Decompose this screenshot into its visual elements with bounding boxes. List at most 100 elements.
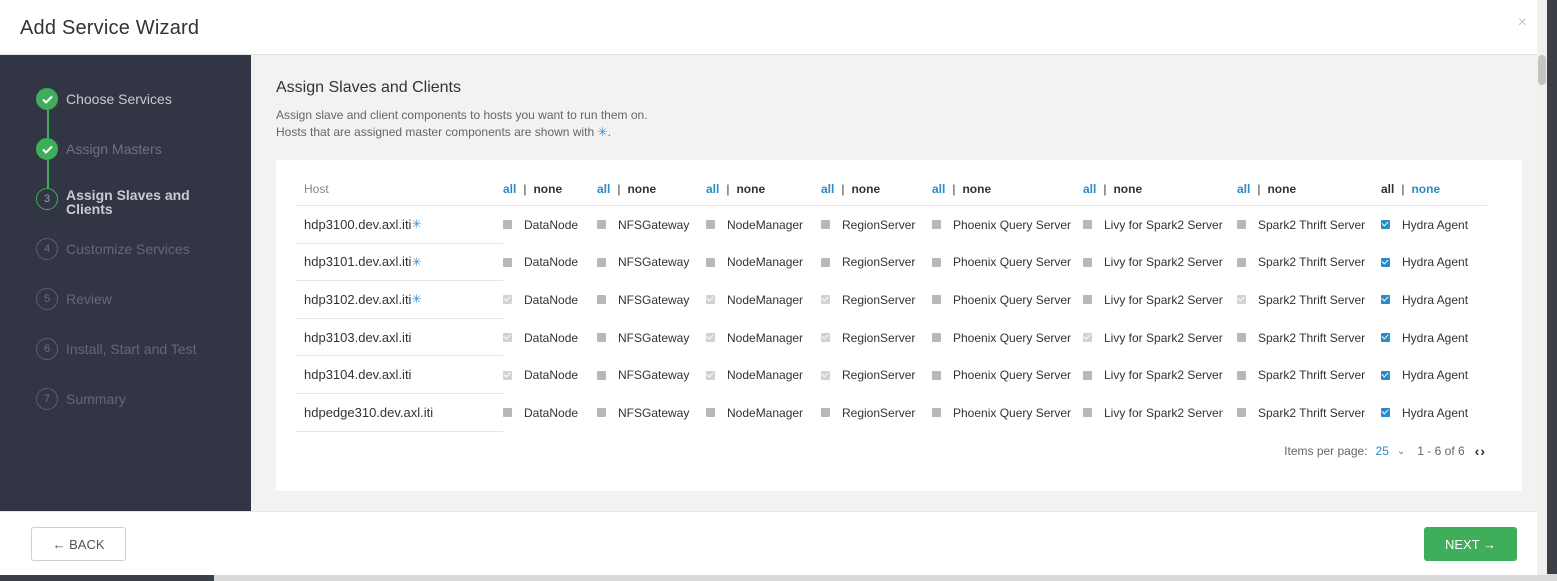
component-checkbox[interactable] (706, 257, 715, 267)
select-none-link[interactable]: none (736, 182, 765, 196)
select-all-link[interactable]: all (706, 182, 719, 196)
component-checkbox[interactable] (597, 408, 606, 418)
component-checkbox[interactable] (1237, 333, 1246, 343)
component-checkbox-cell[interactable]: Hydra Agent (1381, 368, 1487, 382)
select-none-link[interactable]: none (962, 182, 991, 196)
component-checkbox[interactable] (1083, 333, 1092, 343)
component-checkbox[interactable] (821, 408, 830, 418)
component-checkbox[interactable] (821, 257, 830, 267)
component-checkbox[interactable] (1381, 295, 1390, 305)
component-checkbox-cell[interactable]: DataNode (503, 406, 597, 420)
component-checkbox-cell[interactable]: NodeManager (706, 368, 821, 382)
component-checkbox-cell[interactable]: Hydra Agent (1381, 255, 1487, 269)
component-checkbox[interactable] (821, 295, 830, 305)
component-checkbox[interactable] (932, 370, 941, 380)
wizard-step[interactable]: Assign Masters (0, 138, 251, 188)
component-checkbox-cell[interactable]: Spark2 Thrift Server (1237, 218, 1381, 232)
component-checkbox-cell[interactable]: NFSGateway (597, 368, 706, 382)
component-checkbox[interactable] (1381, 370, 1390, 380)
component-checkbox[interactable] (706, 408, 715, 418)
select-none-link[interactable]: none (1113, 182, 1142, 196)
component-checkbox-cell[interactable]: NFSGateway (597, 218, 706, 232)
items-per-page-select[interactable]: 25 (1376, 444, 1389, 458)
chevron-down-icon[interactable]: ⌄ (1397, 446, 1405, 457)
select-none-link[interactable]: none (627, 182, 656, 196)
component-checkbox-cell[interactable]: Hydra Agent (1381, 218, 1487, 232)
component-checkbox[interactable] (1083, 295, 1092, 305)
component-checkbox[interactable] (1237, 220, 1246, 230)
component-checkbox-cell[interactable]: Livy for Spark2 Server (1083, 368, 1237, 382)
component-checkbox[interactable] (1237, 408, 1246, 418)
component-checkbox[interactable] (1381, 333, 1390, 343)
select-none-link[interactable]: none (1267, 182, 1296, 196)
select-all-link[interactable]: all (1381, 182, 1394, 196)
component-checkbox[interactable] (503, 333, 512, 343)
component-checkbox-cell[interactable]: Phoenix Query Server (932, 255, 1083, 269)
select-all-link[interactable]: all (597, 182, 610, 196)
component-checkbox-cell[interactable]: DataNode (503, 255, 597, 269)
component-checkbox[interactable] (503, 370, 512, 380)
select-none-link[interactable]: none (533, 182, 562, 196)
component-checkbox-cell[interactable]: RegionServer (821, 218, 932, 232)
component-checkbox[interactable] (932, 257, 941, 267)
component-checkbox-cell[interactable]: Phoenix Query Server (932, 406, 1083, 420)
component-checkbox-cell[interactable]: Livy for Spark2 Server (1083, 255, 1237, 269)
close-icon[interactable]: × (1518, 14, 1527, 32)
component-checkbox[interactable] (597, 295, 606, 305)
component-checkbox-cell[interactable]: NFSGateway (597, 293, 706, 307)
component-checkbox-cell[interactable]: RegionServer (821, 331, 932, 345)
component-checkbox-cell[interactable]: Hydra Agent (1381, 293, 1487, 307)
scrollbar-thumb[interactable] (1538, 55, 1546, 85)
component-checkbox-cell[interactable]: RegionServer (821, 406, 932, 420)
scrollbar[interactable] (1537, 0, 1547, 575)
component-checkbox[interactable] (706, 333, 715, 343)
component-checkbox[interactable] (821, 370, 830, 380)
component-checkbox-cell[interactable]: DataNode (503, 331, 597, 345)
component-checkbox[interactable] (1381, 220, 1390, 230)
component-checkbox[interactable] (1083, 370, 1092, 380)
component-checkbox-cell[interactable]: DataNode (503, 218, 597, 232)
component-checkbox-cell[interactable]: Livy for Spark2 Server (1083, 293, 1237, 307)
component-checkbox[interactable] (706, 370, 715, 380)
component-checkbox-cell[interactable]: NodeManager (706, 255, 821, 269)
component-checkbox-cell[interactable]: Livy for Spark2 Server (1083, 331, 1237, 345)
component-checkbox-cell[interactable]: DataNode (503, 293, 597, 307)
component-checkbox-cell[interactable]: NFSGateway (597, 331, 706, 345)
component-checkbox-cell[interactable]: NodeManager (706, 218, 821, 232)
component-checkbox-cell[interactable]: Hydra Agent (1381, 331, 1487, 345)
component-checkbox[interactable] (821, 220, 830, 230)
component-checkbox-cell[interactable]: Phoenix Query Server (932, 331, 1083, 345)
component-checkbox-cell[interactable]: NodeManager (706, 331, 821, 345)
wizard-step[interactable]: Choose Services (0, 88, 251, 138)
select-all-link[interactable]: all (1083, 182, 1096, 196)
component-checkbox[interactable] (503, 408, 512, 418)
component-checkbox[interactable] (1083, 408, 1092, 418)
component-checkbox-cell[interactable]: Spark2 Thrift Server (1237, 331, 1381, 345)
component-checkbox[interactable] (503, 220, 512, 230)
select-none-link[interactable]: none (1411, 182, 1440, 196)
component-checkbox[interactable] (1381, 408, 1390, 418)
component-checkbox-cell[interactable]: NFSGateway (597, 406, 706, 420)
select-none-link[interactable]: none (851, 182, 880, 196)
component-checkbox-cell[interactable]: Phoenix Query Server (932, 293, 1083, 307)
back-button[interactable]: ← BACK (31, 527, 126, 561)
component-checkbox[interactable] (706, 220, 715, 230)
component-checkbox-cell[interactable]: RegionServer (821, 368, 932, 382)
component-checkbox[interactable] (932, 408, 941, 418)
component-checkbox-cell[interactable]: Spark2 Thrift Server (1237, 406, 1381, 420)
select-all-link[interactable]: all (1237, 182, 1250, 196)
component-checkbox-cell[interactable]: NodeManager (706, 406, 821, 420)
component-checkbox-cell[interactable]: RegionServer (821, 293, 932, 307)
component-checkbox[interactable] (932, 220, 941, 230)
component-checkbox[interactable] (706, 295, 715, 305)
page-nav-arrows[interactable]: ‹› (1475, 443, 1486, 459)
component-checkbox[interactable] (503, 295, 512, 305)
component-checkbox-cell[interactable]: DataNode (503, 368, 597, 382)
component-checkbox-cell[interactable]: Phoenix Query Server (932, 368, 1083, 382)
select-all-link[interactable]: all (821, 182, 834, 196)
component-checkbox-cell[interactable]: NFSGateway (597, 255, 706, 269)
component-checkbox[interactable] (1083, 257, 1092, 267)
component-checkbox[interactable] (1381, 257, 1390, 267)
component-checkbox[interactable] (597, 370, 606, 380)
component-checkbox-cell[interactable]: Phoenix Query Server (932, 218, 1083, 232)
